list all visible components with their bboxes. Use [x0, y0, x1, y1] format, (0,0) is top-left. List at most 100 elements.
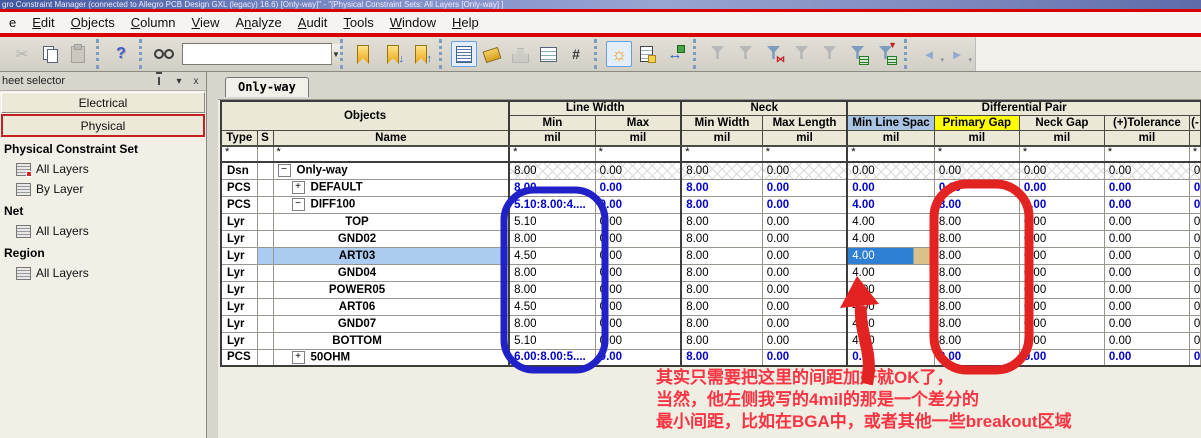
- row-type-cell[interactable]: PCS: [221, 196, 257, 213]
- value-cell[interactable]: 4.00: [847, 298, 934, 315]
- value-cell[interactable]: 0.: [1189, 196, 1200, 213]
- filter-bowtie-icon[interactable]: ⋈: [761, 41, 787, 67]
- value-cell[interactable]: 0.00: [595, 162, 681, 179]
- row-type-cell[interactable]: Lyr: [221, 264, 257, 281]
- sidebar-tab-electrical[interactable]: Electrical: [1, 92, 205, 113]
- value-cell[interactable]: 0.00: [847, 349, 934, 366]
- row-type-cell[interactable]: Lyr: [221, 247, 257, 264]
- close-icon[interactable]: x: [189, 75, 203, 87]
- filter-cell[interactable]: *: [509, 146, 595, 162]
- row-name-cell[interactable]: TOP: [273, 213, 509, 230]
- value-cell[interactable]: 8.00: [681, 213, 762, 230]
- value-cell[interactable]: 0.: [1189, 332, 1200, 349]
- value-cell[interactable]: 0.: [1189, 298, 1200, 315]
- value-cell[interactable]: 0.00: [762, 213, 847, 230]
- value-cell[interactable]: 8.00: [509, 230, 595, 247]
- value-cell[interactable]: 0.00: [1104, 179, 1189, 196]
- chevron-down-icon[interactable]: ▾: [172, 75, 186, 87]
- row-name-cell[interactable]: GND04: [273, 264, 509, 281]
- value-cell[interactable]: 0.: [1189, 349, 1200, 366]
- value-cell[interactable]: 8.00: [509, 162, 595, 179]
- row-name-cell[interactable]: ART06: [273, 298, 509, 315]
- row-type-cell[interactable]: Lyr: [221, 332, 257, 349]
- value-cell[interactable]: 0.00: [762, 162, 847, 179]
- pin-icon[interactable]: [155, 75, 169, 87]
- row-select-cell[interactable]: [257, 315, 273, 332]
- value-cell[interactable]: 0.00: [1104, 213, 1189, 230]
- value-cell[interactable]: 0.00: [1104, 162, 1189, 179]
- filter-part-icon[interactable]: [817, 41, 843, 67]
- design-icon[interactable]: [507, 41, 533, 67]
- filter-mark-icon[interactable]: ▼: [873, 41, 899, 67]
- sun-icon[interactable]: [606, 41, 632, 67]
- row-select-cell[interactable]: [257, 230, 273, 247]
- filter-cell[interactable]: *: [681, 146, 762, 162]
- spreadsheet-icon[interactable]: [535, 41, 561, 67]
- filter-cell[interactable]: *: [847, 146, 934, 162]
- value-cell[interactable]: 0.00: [595, 264, 681, 281]
- tag-icon[interactable]: [479, 41, 505, 67]
- menu-item-tools[interactable]: Tools: [335, 13, 381, 32]
- menu-item-analyze[interactable]: Analyze: [228, 13, 290, 32]
- value-cell[interactable]: 0.00: [1019, 349, 1104, 366]
- value-cell[interactable]: 0.: [1189, 230, 1200, 247]
- row-name-cell[interactable]: −Only-way: [273, 162, 509, 179]
- value-cell[interactable]: 8.00: [509, 264, 595, 281]
- value-cell[interactable]: 8.00: [509, 315, 595, 332]
- row-select-cell[interactable]: [257, 179, 273, 196]
- value-cell[interactable]: 0.00: [595, 349, 681, 366]
- value-cell[interactable]: 8.00: [934, 196, 1019, 213]
- menu-item-view[interactable]: View: [184, 13, 228, 32]
- value-cell[interactable]: 0.00: [595, 230, 681, 247]
- value-cell[interactable]: 0.00: [1019, 196, 1104, 213]
- value-cell[interactable]: 0.00: [762, 179, 847, 196]
- value-cell[interactable]: 4.00: [847, 281, 934, 298]
- value-cell[interactable]: 8.00: [934, 315, 1019, 332]
- sidebar-tab-physical[interactable]: Physical: [1, 114, 205, 137]
- value-cell[interactable]: 0.: [1189, 247, 1200, 264]
- notes-icon[interactable]: [634, 41, 660, 67]
- value-cell[interactable]: 4.50: [509, 298, 595, 315]
- filter-grid-icon[interactable]: [845, 41, 871, 67]
- filter-cell[interactable]: *: [1104, 146, 1189, 162]
- row-select-cell[interactable]: [257, 332, 273, 349]
- value-cell[interactable]: 0.00: [1104, 298, 1189, 315]
- forward-icon[interactable]: ▾: [944, 41, 970, 67]
- value-cell[interactable]: 0.: [1189, 179, 1200, 196]
- tree-collapse-icon[interactable]: −: [278, 164, 291, 177]
- value-cell[interactable]: 8.00: [934, 264, 1019, 281]
- filter-cell[interactable]: *: [1019, 146, 1104, 162]
- value-cell[interactable]: 8.00: [681, 162, 762, 179]
- value-cell[interactable]: 0.00: [1019, 213, 1104, 230]
- value-cell[interactable]: 0.00: [1019, 332, 1104, 349]
- row-select-cell[interactable]: [257, 213, 273, 230]
- value-cell[interactable]: 0.: [1189, 213, 1200, 230]
- value-cell[interactable]: 8.00: [681, 230, 762, 247]
- worksheet-tab-only-way[interactable]: Only-way: [225, 77, 309, 97]
- row-name-cell[interactable]: BOTTOM: [273, 332, 509, 349]
- sidebar-item-by-layer[interactable]: By Layer: [0, 179, 206, 199]
- row-select-cell[interactable]: [257, 162, 273, 179]
- copy-icon[interactable]: [37, 41, 63, 67]
- help-icon[interactable]: [108, 41, 134, 67]
- value-cell[interactable]: 0.00: [1104, 315, 1189, 332]
- menu-item-column[interactable]: Column: [123, 13, 184, 32]
- value-cell[interactable]: 8.00: [681, 264, 762, 281]
- value-cell[interactable]: 0.00: [595, 196, 681, 213]
- tree-expand-icon[interactable]: +: [292, 351, 305, 364]
- row-type-cell[interactable]: Dsn: [221, 162, 257, 179]
- row-type-cell[interactable]: Lyr: [221, 298, 257, 315]
- cut-icon[interactable]: [9, 41, 35, 67]
- sidebar-item-all-layers[interactable]: All Layers: [0, 221, 206, 241]
- find-icon[interactable]: [151, 41, 177, 67]
- value-cell[interactable]: 0.00: [1104, 349, 1189, 366]
- filter-cell[interactable]: [257, 146, 273, 162]
- value-cell[interactable]: 8.00: [681, 315, 762, 332]
- value-cell[interactable]: 4.00: [847, 264, 934, 281]
- row-name-cell[interactable]: −DIFF100: [273, 196, 509, 213]
- value-cell[interactable]: 0.00: [1104, 332, 1189, 349]
- value-cell[interactable]: 0.00: [762, 298, 847, 315]
- value-cell[interactable]: 4.00: [847, 315, 934, 332]
- value-cell[interactable]: 0.00: [934, 162, 1019, 179]
- value-cell[interactable]: 0.00: [762, 315, 847, 332]
